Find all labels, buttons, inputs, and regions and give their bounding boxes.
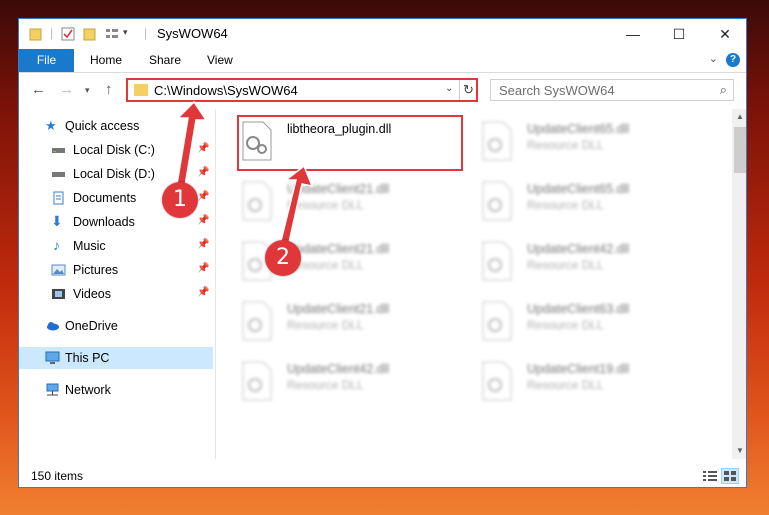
step-2-badge: 2 — [265, 240, 301, 276]
arrow-1 — [175, 100, 208, 193]
step-1-badge: 1 — [162, 182, 198, 218]
arrow-2 — [279, 164, 314, 248]
annotation-arrows — [175, 100, 314, 248]
